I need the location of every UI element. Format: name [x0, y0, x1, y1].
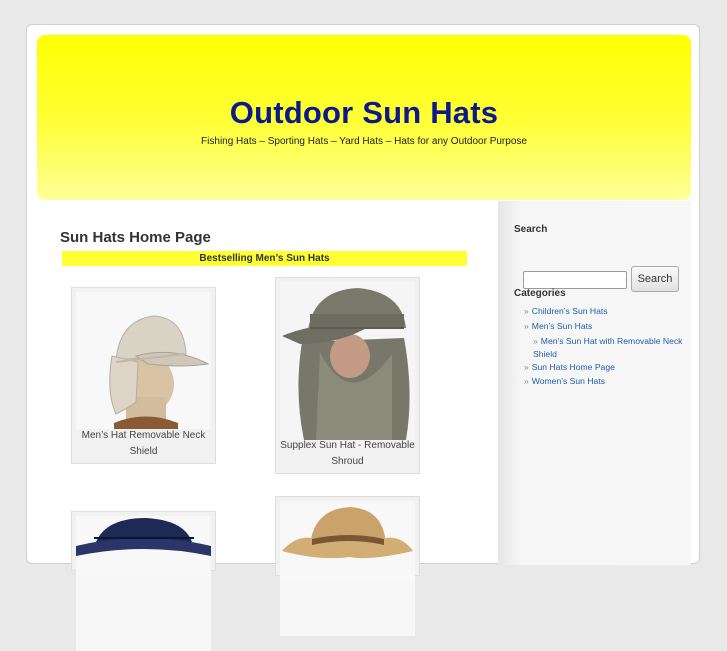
- bullet: »: [524, 376, 529, 386]
- search-button[interactable]: Search: [631, 266, 679, 292]
- product-caption[interactable]: Supplex Sun Hat - Removable Shroud: [278, 438, 417, 469]
- page-title: Sun Hats Home Page: [60, 229, 211, 246]
- category-label[interactable]: Men’s Sun Hat with Removable Neck Shield: [533, 336, 682, 359]
- product-image-straw-hat[interactable]: [280, 501, 415, 636]
- bullet: »: [524, 321, 529, 331]
- site-header: Outdoor Sun Hats Fishing Hats – Sporting…: [37, 35, 691, 200]
- category-label[interactable]: Women’s Sun Hats: [532, 376, 605, 386]
- bullet: »: [524, 362, 529, 372]
- category-item-childrens-sun-hats[interactable]: » Children’s Sun Hats: [524, 305, 608, 318]
- product-image-green-hat[interactable]: [280, 282, 415, 440]
- category-item-womens-sun-hats[interactable]: » Women’s Sun Hats: [524, 375, 605, 388]
- bullet: »: [533, 336, 538, 346]
- page-container: Outdoor Sun Hats Fishing Hats – Sporting…: [26, 24, 701, 651]
- product-image-beige-hat[interactable]: [76, 292, 211, 429]
- site-title[interactable]: Outdoor Sun Hats: [37, 95, 691, 131]
- search-heading: Search: [514, 224, 548, 235]
- category-item-mens-sun-hat-neck-shield[interactable]: » Men’s Sun Hat with Removable Neck Shiel…: [533, 335, 685, 360]
- category-item-sun-hats-home-page[interactable]: » Sun Hats Home Page: [524, 361, 615, 374]
- category-label[interactable]: Men’s Sun Hats: [532, 321, 593, 331]
- bullet: »: [524, 306, 529, 316]
- search-input[interactable]: [523, 271, 627, 289]
- product-card[interactable]: Supplex Sun Hat - Removable Shroud: [275, 277, 420, 474]
- product-image-navy-hat[interactable]: [76, 516, 211, 651]
- categories-heading: Categories: [514, 288, 566, 299]
- category-label[interactable]: Sun Hats Home Page: [532, 362, 615, 372]
- product-card[interactable]: [275, 496, 420, 636]
- category-item-mens-sun-hats[interactable]: » Men’s Sun Hats: [524, 320, 592, 333]
- product-card[interactable]: Men’s Hat Removable Neck Shield: [71, 287, 216, 464]
- site-description: Fishing Hats – Sporting Hats – Yard Hats…: [201, 136, 527, 147]
- content-area: Sun Hats Home Page Bestselling Men’s Sun…: [27, 201, 701, 651]
- product-caption[interactable]: Men’s Hat Removable Neck Shield: [74, 428, 213, 459]
- bestselling-heading: Bestselling Men’s Sun Hats: [62, 251, 467, 266]
- product-card[interactable]: [71, 511, 216, 651]
- sidebar: Search Search Categories » Children’s Sun…: [498, 201, 691, 565]
- category-label[interactable]: Children’s Sun Hats: [532, 306, 608, 316]
